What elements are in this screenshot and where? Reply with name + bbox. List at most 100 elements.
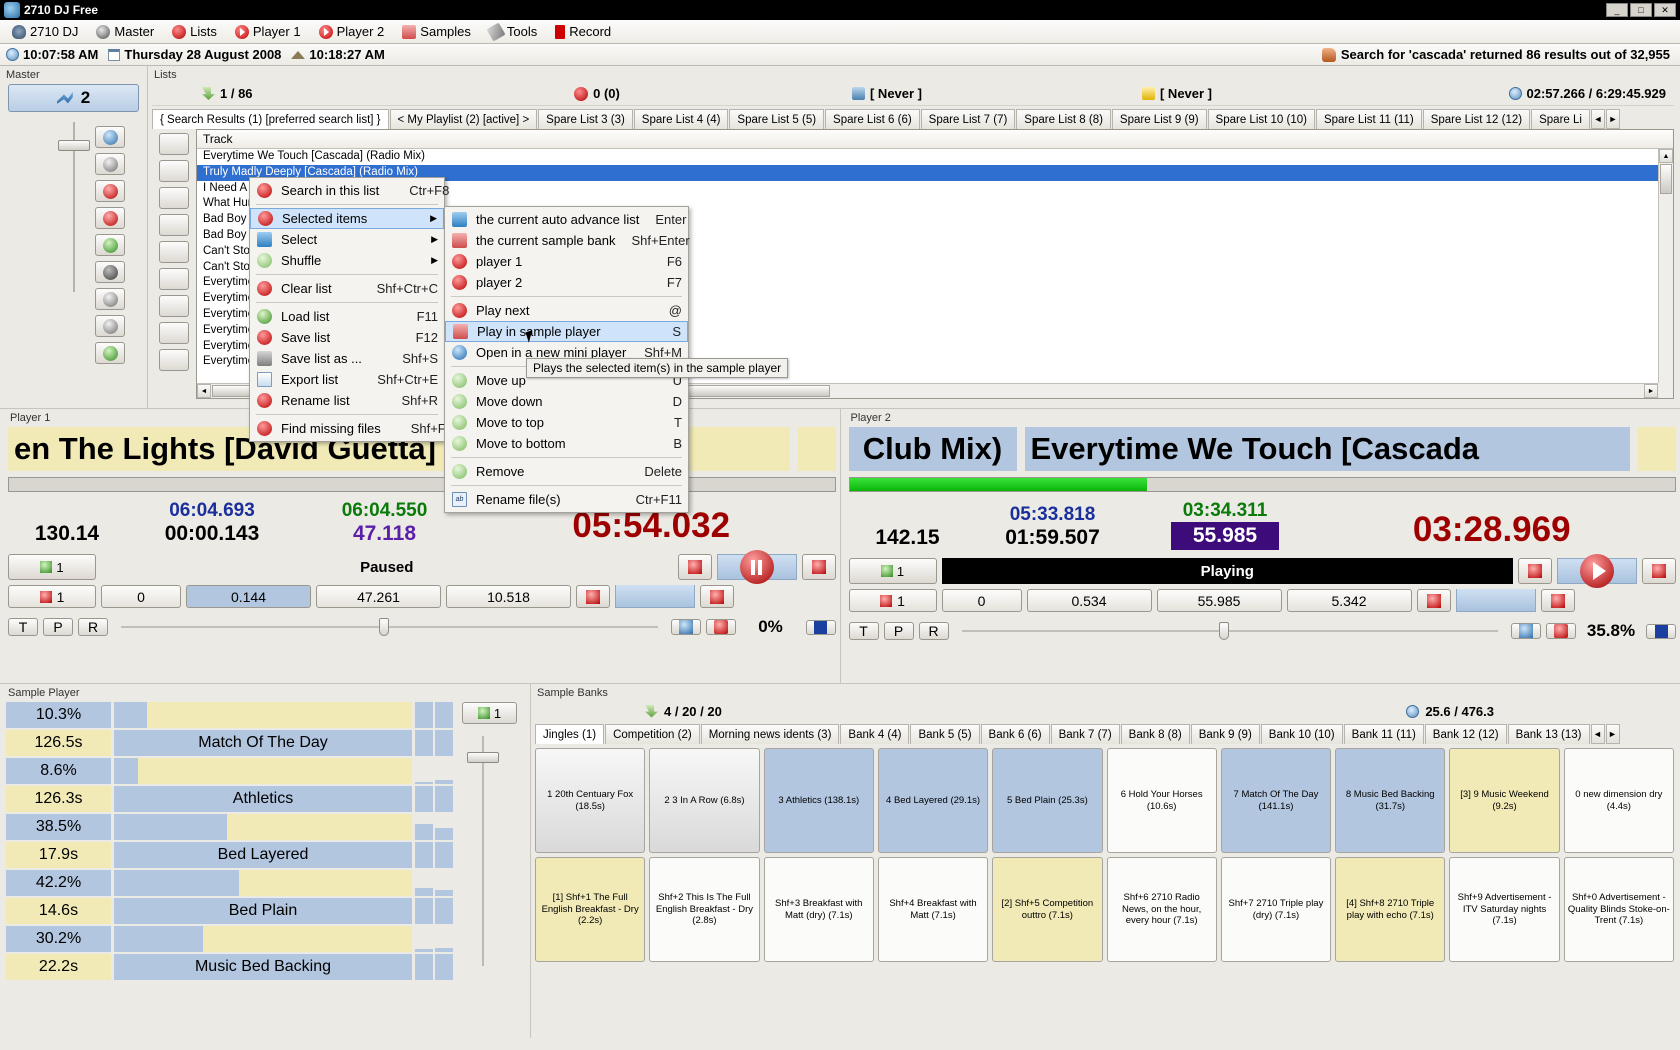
master-btn-7[interactable] — [95, 288, 125, 310]
sample-progress-bar[interactable] — [114, 758, 412, 784]
player1-rewind-button[interactable] — [576, 585, 610, 608]
master-btn-2[interactable] — [95, 153, 125, 175]
player1-headphone-button[interactable]: 1 — [8, 554, 96, 580]
sample-pad[interactable]: 5 Bed Plain (25.3s) — [992, 748, 1102, 853]
ctx-selected-items[interactable]: Selected items ▶ — [250, 208, 444, 229]
player2-rewind-button[interactable] — [1417, 589, 1451, 612]
window-controls[interactable]: _ □ ✕ — [1606, 3, 1676, 17]
player1-r-button[interactable]: R — [78, 618, 108, 636]
list-tab-5[interactable]: Spare List 5 (5) — [729, 109, 824, 129]
sample-bank-tab-10[interactable]: Bank 10 (10) — [1261, 724, 1343, 744]
player1-globe-button[interactable] — [671, 619, 701, 635]
sub-move-to-top[interactable]: Move to top T — [445, 412, 688, 433]
list-item[interactable]: 22.2s — [6, 954, 111, 980]
sample-pad[interactable]: [4] Shf+8 2710 Triple play with echo (7.… — [1335, 857, 1445, 962]
scroll-left-button[interactable]: ◄ — [197, 384, 211, 398]
sample-progress-bar[interactable] — [114, 814, 412, 840]
menu-item-samples[interactable]: Samples — [394, 22, 479, 41]
sample-bank-tab-8[interactable]: Bank 8 (8) — [1121, 724, 1190, 744]
master-btn-6[interactable] — [95, 261, 125, 283]
player2-progress-bar[interactable] — [849, 477, 1677, 492]
ctx-search-in-list[interactable]: Search in this list Ctr+F8 — [250, 180, 444, 201]
sample-pad[interactable]: Shf+0 Advertisement - Quality Blinds Sto… — [1564, 857, 1674, 962]
player2-eject-button[interactable] — [1541, 589, 1575, 612]
sample-bank-tab-5[interactable]: Bank 5 (5) — [910, 724, 979, 744]
player1-t-button[interactable]: T — [8, 618, 38, 636]
player1-val0[interactable]: 0 — [101, 585, 181, 608]
sample-bank-tab-11[interactable]: Bank 11 (11) — [1344, 724, 1424, 744]
list-tab-12[interactable]: Spare List 12 (12) — [1423, 109, 1530, 129]
player2-pitch-slider[interactable] — [962, 620, 1499, 642]
master-btn-9[interactable] — [95, 342, 125, 364]
sample-bank-tab-6[interactable]: Bank 6 (6) — [981, 724, 1050, 744]
list-item[interactable]: 30.2% — [6, 926, 111, 952]
sample-pad[interactable]: 4 Bed Layered (29.1s) — [878, 748, 988, 853]
player2-val0[interactable]: 0 — [942, 589, 1022, 612]
list-btn-down[interactable] — [159, 295, 189, 317]
sample-bank-tab-7[interactable]: Bank 7 (7) — [1051, 724, 1120, 744]
menu-item-tools[interactable]: Tools — [481, 22, 545, 41]
master-volume-slider[interactable] — [68, 122, 80, 292]
master-btn-1[interactable] — [95, 126, 125, 148]
player1-cue-count[interactable]: 1 — [8, 585, 96, 608]
sub-rename-files[interactable]: ab Rename file(s) Ctr+F11 — [445, 489, 688, 510]
ctx-clear-list[interactable]: Clear list Shf+Ctr+C — [250, 278, 444, 299]
sub-auto-advance-list[interactable]: the current auto advance list Enter — [445, 209, 688, 230]
player2-ffwd-button[interactable] — [1518, 558, 1552, 584]
list-item[interactable]: 10.3% — [6, 702, 111, 728]
sample-progress-bar[interactable] — [114, 702, 412, 728]
sample-name[interactable]: Bed Layered — [114, 842, 412, 868]
list-tab-7[interactable]: Spare List 7 (7) — [921, 109, 1016, 129]
master-btn-4[interactable] — [95, 207, 125, 229]
sub-play-in-sample-player[interactable]: Play in sample player S — [445, 321, 688, 342]
sample-pad[interactable]: Shf+9 Advertisement - ITV Saturday night… — [1449, 857, 1559, 962]
player2-pad-lower[interactable] — [1456, 589, 1536, 612]
list-btn-sample[interactable] — [159, 349, 189, 371]
ctx-select[interactable]: Select ▶ — [250, 229, 444, 250]
sample-pad[interactable]: Shf+4 Breakfast with Matt (7.1s) — [878, 857, 988, 962]
sample-pad[interactable]: 6 Hold Your Horses (10.6s) — [1107, 748, 1217, 853]
sub-play-next[interactable]: Play next @ — [445, 300, 688, 321]
player1-val3[interactable]: 10.518 — [446, 585, 571, 608]
sample-pad[interactable]: 7 Match Of The Day (141.1s) — [1221, 748, 1331, 853]
menu-item-record[interactable]: Record — [547, 22, 619, 41]
list-tab-13[interactable]: Spare Li — [1531, 109, 1590, 129]
sub-current-sample-bank[interactable]: the current sample bank Shf+Enter — [445, 230, 688, 251]
player1-eject-button[interactable] — [700, 585, 734, 608]
list-tab-10[interactable]: Spare List 10 (10) — [1208, 109, 1315, 129]
scroll-right-button[interactable]: ► — [1644, 384, 1658, 398]
ctx-shuffle[interactable]: Shuffle ▶ — [250, 250, 444, 271]
sample-pad[interactable]: 8 Music Bed Backing (31.7s) — [1335, 748, 1445, 853]
player2-play-pause-button[interactable] — [1557, 558, 1637, 584]
menu-item-2710dj[interactable]: 2710 DJ — [4, 22, 86, 41]
ctx-load-list[interactable]: Load list F11 — [250, 306, 444, 327]
player1-val1[interactable]: 0.144 — [186, 585, 311, 608]
player1-val2[interactable]: 47.261 — [316, 585, 441, 608]
list-btn-select[interactable] — [159, 187, 189, 209]
list-tab-search-results[interactable]: { Search Results (1) [preferred search l… — [152, 109, 389, 129]
player2-t-button[interactable]: T — [849, 622, 879, 640]
player2-stop-button[interactable] — [1642, 558, 1676, 584]
vscroll-thumb[interactable] — [1660, 164, 1672, 194]
list-tab-8[interactable]: Spare List 8 (8) — [1016, 109, 1111, 129]
ctx-save-list[interactable]: Save list F12 — [250, 327, 444, 348]
ctx-export-list[interactable]: Export list Shf+Ctr+E — [250, 369, 444, 390]
sample-pad[interactable]: [2] Shf+5 Competition outtro (7.1s) — [992, 857, 1102, 962]
list-btn-up[interactable] — [159, 268, 189, 290]
track-column-header[interactable]: Track — [197, 130, 1673, 149]
table-row[interactable]: Everytime We Touch [Cascada] (Radio Mix) — [197, 149, 1673, 165]
sample-bank-tab-13[interactable]: Bank 13 (13) — [1508, 724, 1590, 744]
list-item[interactable]: 126.3s — [6, 786, 111, 812]
list-tab-3[interactable]: Spare List 3 (3) — [538, 109, 633, 129]
player2-r-button[interactable]: R — [919, 622, 949, 640]
sample-progress-bar[interactable] — [114, 926, 412, 952]
scroll-up-button[interactable]: ▲ — [1659, 149, 1673, 163]
minimize-button[interactable]: _ — [1606, 3, 1628, 17]
player1-keypad-button[interactable] — [806, 620, 836, 635]
player1-ffwd-button[interactable] — [678, 554, 712, 580]
sub-player-2[interactable]: player 2 F7 — [445, 272, 688, 293]
list-item[interactable]: 126.5s — [6, 730, 111, 756]
sample-player-headphone-button[interactable]: 1 — [462, 702, 517, 724]
player2-p-button[interactable]: P — [884, 622, 914, 640]
slider-thumb[interactable] — [379, 618, 389, 636]
